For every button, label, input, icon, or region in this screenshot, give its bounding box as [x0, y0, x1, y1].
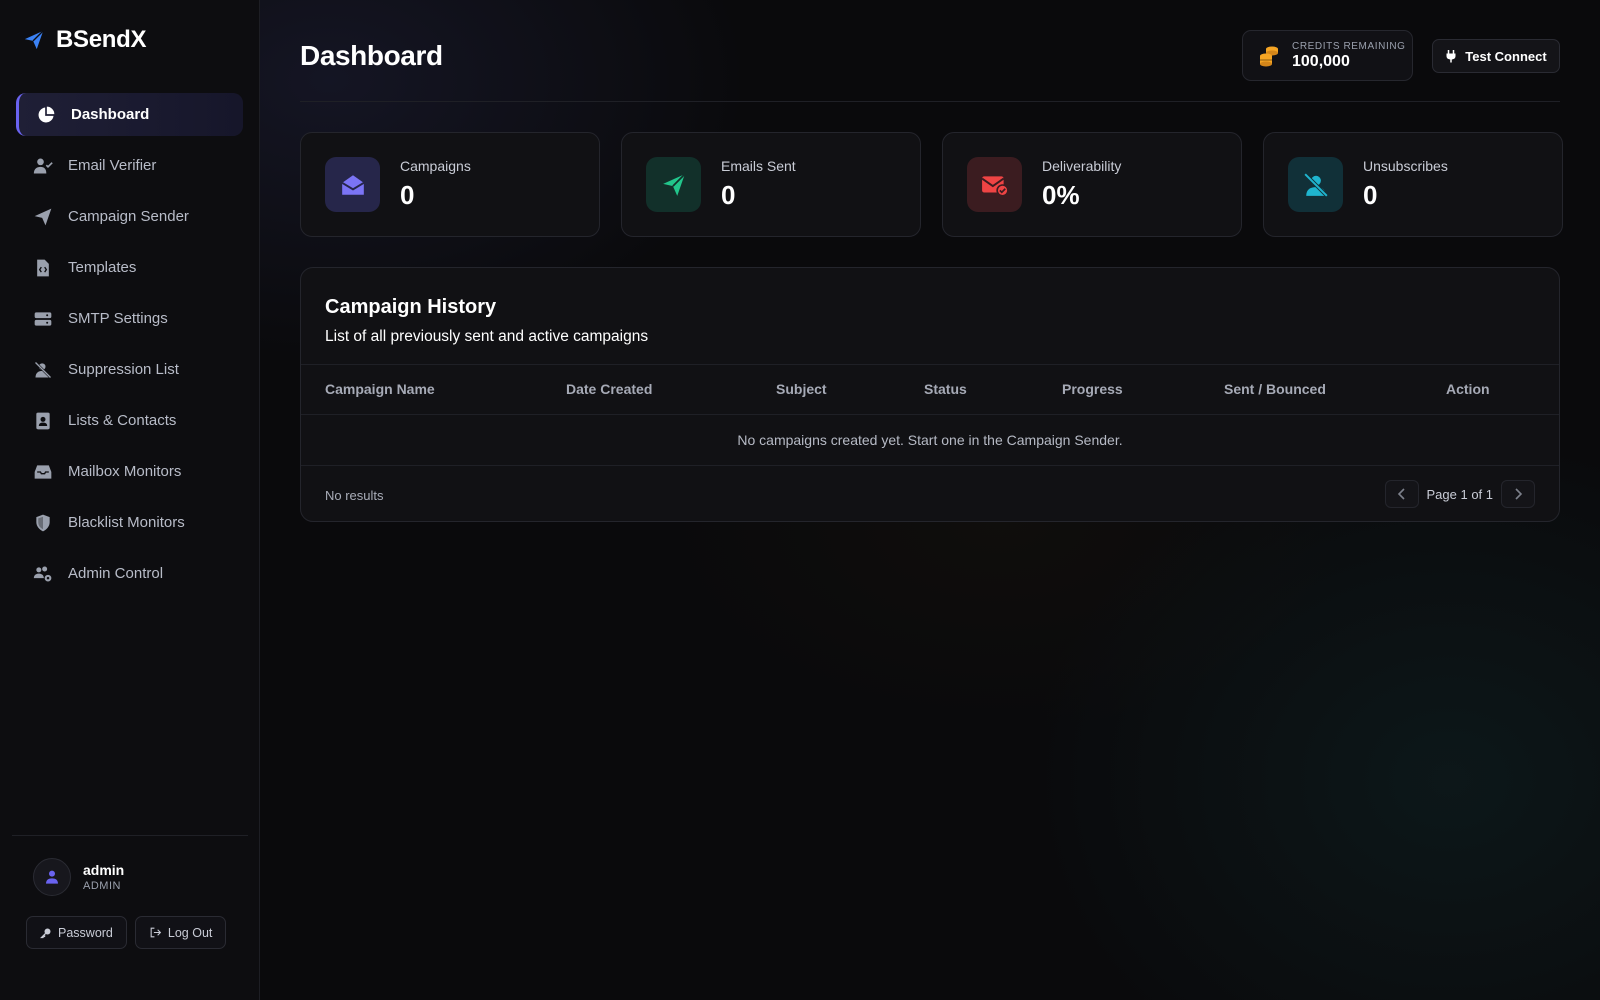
brand[interactable]: BSendX — [22, 26, 147, 54]
sidebar-item-suppression-list[interactable]: Suppression List — [16, 348, 243, 391]
stat-value: 0% — [1042, 180, 1080, 210]
sidebar-divider — [12, 835, 248, 836]
page-title: Dashboard — [300, 40, 443, 71]
chevron-right-icon — [1515, 488, 1523, 500]
user-actions: Password Log Out — [26, 916, 227, 949]
sidebar-item-lists-contacts[interactable]: Lists & Contacts — [16, 399, 243, 442]
user-slash-icon — [32, 359, 54, 381]
column-header[interactable]: Status — [924, 381, 967, 397]
stat-label: Emails Sent — [721, 158, 796, 174]
stat-label: Unsubscribes — [1363, 158, 1448, 174]
sidebar-item-campaign-sender[interactable]: Campaign Sender — [16, 195, 243, 238]
next-page-button[interactable] — [1501, 480, 1535, 508]
column-header[interactable]: Date Created — [566, 381, 652, 397]
sidebar-item-mailbox-monitors[interactable]: Mailbox Monitors — [16, 450, 243, 493]
sidebar-item-label: Suppression List — [68, 361, 179, 378]
stat-label: Deliverability — [1042, 158, 1122, 174]
sidebar: BSendX Dashboard Email Verifier Campaign… — [0, 0, 260, 1000]
user-name: admin — [83, 862, 125, 878]
file-code-icon — [32, 257, 54, 279]
address-book-icon — [32, 410, 54, 432]
users-gear-icon — [32, 563, 54, 585]
stat-value: 0 — [400, 180, 415, 210]
test-connect-button[interactable]: Test Connect — [1432, 39, 1560, 73]
logout-label: Log Out — [167, 925, 213, 940]
empty-state: No campaigns created yet. Start one in t… — [737, 431, 1123, 448]
stat-card-deliverability: Deliverability 0% — [942, 132, 1242, 237]
results-count: No results — [325, 488, 384, 503]
paper-plane-icon — [22, 28, 46, 52]
prev-page-button[interactable] — [1384, 480, 1419, 508]
sidebar-item-blacklist-monitors[interactable]: Blacklist Monitors — [16, 501, 243, 544]
inbox-icon — [32, 461, 54, 483]
user-profile: admin ADMIN — [33, 858, 124, 896]
sidebar-item-label: Email Verifier — [68, 157, 157, 174]
column-header[interactable]: Subject — [776, 381, 827, 397]
stats-row: Campaigns 0 Emails Sent 0 Deliverability… — [300, 132, 1563, 237]
stat-card-campaigns: Campaigns 0 — [300, 132, 600, 237]
credits-label: CREDITS REMAINING — [1292, 40, 1406, 52]
sidebar-item-label: Templates — [68, 259, 137, 276]
paper-plane-icon — [32, 206, 54, 228]
logout-icon — [150, 927, 162, 938]
password-button[interactable]: Password — [26, 916, 127, 949]
sidebar-item-label: Campaign Sender — [68, 208, 189, 225]
envelope-open-icon — [325, 157, 380, 212]
password-label: Password — [58, 925, 113, 940]
envelope-check-icon — [967, 157, 1022, 212]
sidebar-item-label: Lists & Contacts — [68, 412, 177, 429]
pagination: Page 1 of 1 — [1384, 480, 1535, 508]
page-indicator: Page 1 of 1 — [1426, 486, 1494, 502]
sidebar-item-label: Mailbox Monitors — [68, 463, 182, 480]
sidebar-item-smtp-settings[interactable]: SMTP Settings — [16, 297, 243, 340]
column-header[interactable]: Progress — [1062, 381, 1123, 397]
stat-label: Campaigns — [400, 158, 471, 174]
sidebar-item-admin-control[interactable]: Admin Control — [16, 552, 243, 595]
shield-icon — [32, 512, 54, 534]
panel-title: Campaign History — [325, 296, 497, 318]
stat-value: 0 — [1363, 180, 1378, 210]
panel-subtitle: List of all previously sent and active c… — [325, 328, 649, 345]
stat-value: 0 — [721, 180, 736, 210]
user-role: ADMIN — [83, 880, 121, 892]
table-footer: No results Page 1 of 1 — [301, 465, 1559, 523]
sidebar-item-label: SMTP Settings — [68, 310, 168, 327]
brand-name: BSendX — [56, 26, 147, 53]
chevron-left-icon — [1397, 488, 1405, 500]
sidebar-item-label: Admin Control — [68, 565, 164, 582]
sidebar-item-email-verifier[interactable]: Email Verifier — [16, 144, 243, 187]
user-slash-icon — [1288, 157, 1343, 212]
campaign-history-panel: Campaign History List of all previously … — [300, 267, 1560, 522]
table-header: Campaign Name Date Created Subject Statu… — [301, 364, 1559, 414]
sidebar-item-label: Blacklist Monitors — [68, 514, 185, 531]
sidebar-item-dashboard[interactable]: Dashboard — [16, 93, 243, 136]
column-header[interactable]: Sent / Bounced — [1224, 381, 1326, 397]
test-connect-label: Test Connect — [1465, 48, 1547, 64]
column-header[interactable]: Action — [1446, 381, 1490, 397]
logout-button[interactable]: Log Out — [134, 916, 227, 949]
sidebar-item-templates[interactable]: Templates — [16, 246, 243, 289]
stat-card-emails-sent: Emails Sent 0 — [621, 132, 921, 237]
header-divider — [300, 101, 1560, 102]
user-check-icon — [32, 155, 54, 177]
pie-chart-icon — [35, 104, 57, 126]
credits-value: 100,000 — [1292, 52, 1350, 70]
coins-icon — [1260, 46, 1278, 66]
key-icon — [40, 928, 51, 938]
sidebar-item-label: Dashboard — [71, 106, 150, 123]
avatar — [33, 858, 71, 896]
user-tie-icon — [46, 870, 58, 884]
plug-icon — [1446, 50, 1456, 63]
column-header[interactable]: Campaign Name — [325, 381, 435, 397]
stat-card-unsubscribes: Unsubscribes 0 — [1263, 132, 1563, 237]
sidebar-nav: Dashboard Email Verifier Campaign Sender… — [16, 93, 243, 603]
paper-plane-icon — [646, 157, 701, 212]
server-icon — [32, 308, 54, 330]
credits-badge: CREDITS REMAINING 100,000 — [1242, 30, 1413, 81]
